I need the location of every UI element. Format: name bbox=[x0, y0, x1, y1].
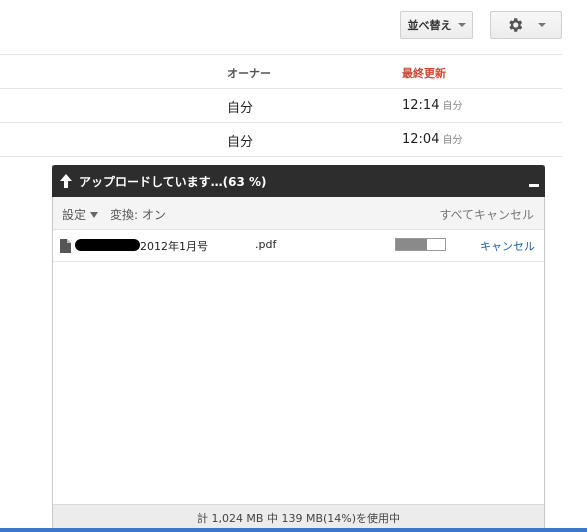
row-owner: 自分 bbox=[227, 135, 254, 150]
row-owner: 自分 bbox=[227, 101, 254, 116]
upload-file-row: 2012年1月号 .pdf キャンセル bbox=[53, 230, 544, 262]
cancel-upload-link[interactable]: キャンセル bbox=[480, 238, 535, 254]
upload-progress-fill bbox=[396, 239, 427, 250]
convert-toggle[interactable]: 変換: オン bbox=[110, 206, 166, 223]
upload-progress-bar bbox=[395, 238, 446, 251]
row-time: 12:04 bbox=[402, 132, 440, 147]
storage-usage: 計 1,024 MB 中 139 MB(14%)を使用中 bbox=[53, 504, 544, 531]
chevron-down-icon bbox=[457, 23, 466, 27]
column-header-owner[interactable]: オーナー bbox=[227, 65, 271, 81]
divider bbox=[0, 156, 562, 157]
column-header-last-modified[interactable]: 最終更新 bbox=[402, 65, 446, 81]
cancel-all-button[interactable]: すべてキャンセル bbox=[439, 206, 534, 223]
bottom-bar bbox=[0, 528, 587, 532]
settings-label: 設定 bbox=[62, 208, 87, 222]
minimize-icon[interactable] bbox=[529, 184, 539, 187]
upload-options-bar: 設定 変換: オン すべてキャンセル bbox=[53, 197, 544, 230]
file-extension: .pdf bbox=[255, 238, 277, 251]
redacted-filename bbox=[75, 239, 140, 251]
divider bbox=[0, 122, 562, 123]
toolbar: 並べ替え bbox=[0, 0, 587, 54]
upload-panel: アップロードしています…(63 %) 設定 変換: オン すべてキャンセル 20… bbox=[52, 165, 545, 532]
upload-status-title: アップロードしています…(63 %) bbox=[79, 174, 267, 189]
divider bbox=[0, 88, 562, 89]
upload-panel-header: アップロードしています…(63 %) bbox=[52, 165, 545, 197]
gear-icon bbox=[509, 18, 523, 32]
chevron-down-icon bbox=[538, 23, 546, 27]
row-time: 12:14 bbox=[402, 98, 440, 113]
sort-button[interactable]: 並べ替え bbox=[400, 11, 473, 39]
file-name: 2012年1月号 bbox=[140, 240, 208, 253]
row-modified: 12:04 自分 bbox=[402, 131, 462, 147]
settings-button[interactable] bbox=[490, 11, 562, 39]
document-icon bbox=[60, 239, 71, 253]
row-modified: 12:14 自分 bbox=[402, 97, 462, 113]
row-modified-by: 自分 bbox=[442, 101, 463, 112]
upload-arrow-icon bbox=[59, 173, 73, 189]
chevron-down-icon bbox=[90, 211, 99, 218]
upload-settings-menu[interactable]: 設定 bbox=[62, 206, 99, 223]
divider bbox=[0, 54, 562, 55]
row-modified-by: 自分 bbox=[442, 135, 463, 146]
sort-button-label: 並べ替え bbox=[407, 19, 452, 32]
